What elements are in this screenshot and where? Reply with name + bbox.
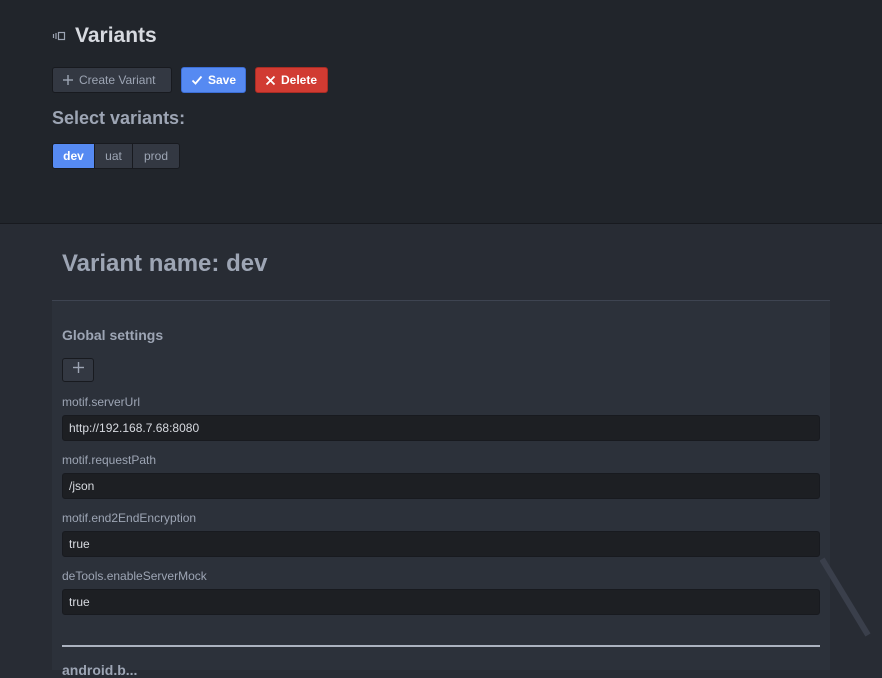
section-divider — [62, 645, 820, 647]
close-icon — [265, 75, 276, 86]
setting-label: deTools.enableServerMock — [62, 569, 207, 583]
title-row: Variants — [52, 24, 157, 48]
save-label: Save — [208, 73, 237, 87]
panel-icon — [52, 30, 66, 42]
next-section-heading: android.b... — [62, 662, 138, 678]
setting-label: motif.requestPath — [62, 453, 157, 467]
request-path-input[interactable] — [62, 473, 820, 499]
add-setting-button[interactable] — [62, 358, 94, 382]
variant-option-uat[interactable]: uat — [94, 144, 132, 168]
delete-button[interactable]: Delete — [255, 67, 328, 93]
global-settings-panel: Global settings motif.serverUrl motif.re… — [52, 300, 830, 678]
setting-label: motif.serverUrl — [62, 395, 141, 409]
variant-name-heading: Variant name: dev — [62, 250, 268, 277]
enable-server-mock-input[interactable] — [62, 589, 820, 615]
variant-option-dev[interactable]: dev — [53, 144, 94, 168]
setting-label: motif.end2EndEncryption — [62, 511, 197, 525]
delete-label: Delete — [281, 73, 318, 87]
create-variant-label: Create Variant — [79, 73, 156, 87]
plus-icon — [62, 74, 74, 86]
select-variants-label: Select variants: — [52, 108, 186, 128]
save-button[interactable]: Save — [181, 67, 246, 93]
watermark-logo — [819, 555, 880, 645]
end2end-encryption-input[interactable] — [62, 531, 820, 557]
server-url-input[interactable] — [62, 415, 820, 441]
variant-selector: dev uat prod — [52, 143, 180, 169]
global-settings-heading: Global settings — [62, 327, 164, 343]
toolbar: Create Variant Save Delete — [52, 67, 328, 93]
plus-icon — [72, 361, 85, 379]
page-title: Variants — [75, 24, 157, 47]
check-icon — [191, 74, 203, 86]
variants-header: Variants Create Variant Save Delete Sele… — [0, 0, 882, 224]
create-variant-button[interactable]: Create Variant — [52, 67, 172, 93]
variant-option-prod[interactable]: prod — [132, 144, 179, 168]
